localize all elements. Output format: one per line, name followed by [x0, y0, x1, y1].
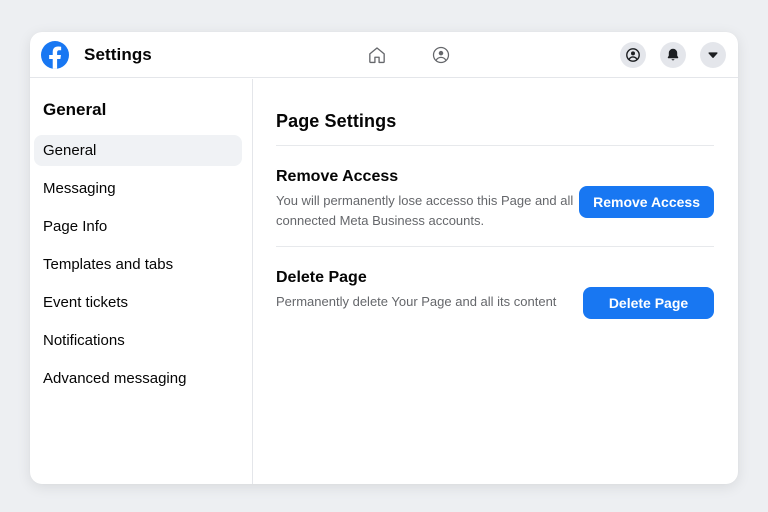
sidebar-item-advanced-messaging[interactable]: Advanced messaging — [34, 363, 242, 394]
delete-page-section: Delete Page Permanently delete Your Page… — [276, 267, 714, 328]
sidebar-item-notifications[interactable]: Notifications — [34, 325, 242, 356]
section-heading: Remove Access — [276, 168, 399, 185]
section-description: You will permanently lose accesso this P… — [276, 193, 574, 228]
sidebar-item-general[interactable]: General — [34, 135, 242, 166]
main-content: Page Settings Remove Access You will per… — [253, 79, 738, 484]
sidebar-item-messaging[interactable]: Messaging — [34, 173, 242, 204]
settings-window: Settings General General Messaging Page … — [30, 32, 738, 484]
sidebar-item-templates-and-tabs[interactable]: Templates and tabs — [34, 249, 242, 280]
section-heading: Delete Page — [276, 269, 367, 286]
page-settings-title: Page Settings — [276, 111, 397, 131]
remove-access-section: Remove Access You will permanently lose … — [276, 166, 714, 246]
facebook-logo-icon[interactable] — [41, 40, 69, 69]
divider — [276, 145, 714, 146]
header: Settings — [30, 32, 738, 78]
account-button[interactable] — [620, 42, 646, 68]
sidebar-item-event-tickets[interactable]: Event tickets — [34, 287, 242, 318]
delete-page-button[interactable]: Delete Page — [583, 287, 714, 319]
menu-button[interactable] — [700, 42, 726, 68]
header-actions — [620, 42, 726, 68]
sidebar-item-page-info[interactable]: Page Info — [34, 211, 242, 242]
sidebar-heading: General — [43, 100, 107, 119]
remove-access-button[interactable]: Remove Access — [579, 186, 714, 218]
sidebar: General General Messaging Page Info Temp… — [30, 79, 253, 484]
home-icon[interactable] — [367, 45, 387, 65]
header-nav — [367, 32, 451, 78]
notifications-button[interactable] — [660, 42, 686, 68]
chevron-down-icon — [705, 47, 721, 63]
divider — [276, 246, 714, 247]
profile-icon[interactable] — [431, 45, 451, 65]
notifications-bell-icon — [665, 47, 681, 63]
account-icon — [625, 47, 641, 63]
desktop-background: Settings General General Messaging Page … — [0, 0, 768, 512]
window-title: Settings — [84, 44, 152, 64]
